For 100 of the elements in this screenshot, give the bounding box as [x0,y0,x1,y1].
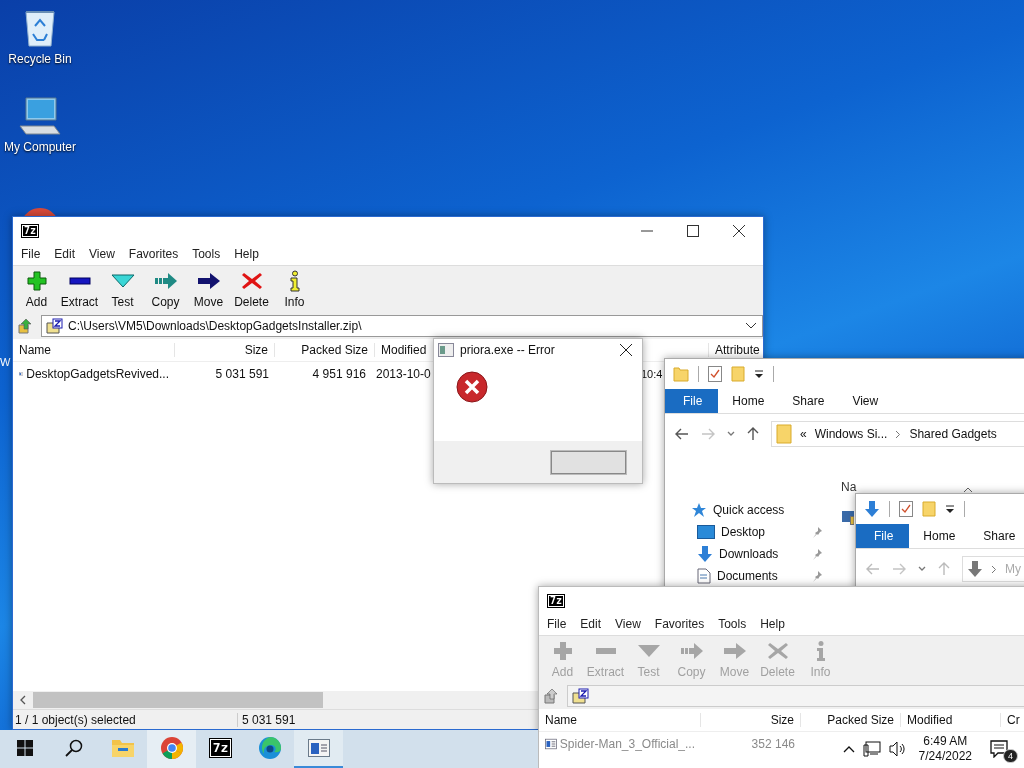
chevron-down-icon[interactable] [918,566,926,572]
column-header[interactable]: Packed Size [275,343,375,357]
menu-item[interactable]: File [21,247,41,261]
nav-item[interactable]: Downloads [719,547,779,561]
toolbar-button[interactable]: Add [15,270,58,309]
search-icon[interactable] [64,739,83,757]
checklist-icon[interactable] [708,366,722,382]
archive-icon [572,688,590,704]
desktop-icon-label[interactable]: W [0,356,11,368]
menu-item[interactable]: Tools [718,617,747,631]
clock-time: 6:49 AM [923,734,968,749]
ribbon-tab[interactable]: View [838,389,893,413]
column-header[interactable]: Na [841,480,857,494]
menu-item[interactable]: Tools [192,247,221,261]
ribbon-tab[interactable]: Home [909,524,970,548]
chevron-up-icon[interactable] [963,487,973,493]
dialog-button[interactable] [551,450,626,474]
column-header[interactable]: Cr [1001,713,1024,727]
path-field[interactable] [567,685,1024,707]
packed-size-cell-text: 4 951 916 [311,367,367,381]
menu-item[interactable]: Edit [580,617,602,631]
toolbar-button[interactable]: Extract [58,270,101,309]
toolbar-button[interactable]: Move [187,270,230,309]
address-bar[interactable]: « Windows Si... Shared Gadgets [771,421,1024,447]
file-name: Spider-Man_3_Official_... [559,737,695,751]
pin-icon[interactable] [811,526,823,538]
breadcrumb-item[interactable]: Windows Si... [814,427,888,441]
column-header[interactable]: Packed Size [801,713,901,727]
windows-start-icon[interactable] [16,740,33,756]
notification-icon[interactable] [990,740,1008,758]
file-icon [545,737,557,751]
chevron-down-icon[interactable] [727,431,735,437]
computer-icon[interactable] [18,96,62,136]
clock[interactable]: 6:49 AM 7/24/2022 [914,734,982,764]
dropdown-icon[interactable] [754,369,764,379]
menu-item[interactable]: File [547,617,567,631]
close-icon[interactable] [620,344,632,356]
desktop-icon [697,525,715,539]
overflow-chevron[interactable]: « [800,427,807,441]
ribbon-tab[interactable]: Home [718,389,779,413]
desktop-icon-label[interactable]: Recycle Bin [8,52,72,66]
modified-date: 2013-10-0 [376,367,431,381]
taskbar-button[interactable]: 7z [196,730,245,768]
scrollbar-thumb[interactable] [33,692,323,708]
network-icon[interactable] [862,741,881,757]
size-cell-text: 352 146 [750,737,796,751]
browser-icon[interactable] [159,736,184,760]
nav-item[interactable]: Desktop [721,525,766,539]
column-header[interactable]: Name [13,343,175,357]
ribbon-tab[interactable]: File [856,524,910,548]
column-header[interactable]: Name [539,713,701,727]
menu-item[interactable]: Favorites [128,247,179,261]
nav-item[interactable]: Documents [717,569,778,583]
desktop-icon-label[interactable]: My Computer [4,140,76,154]
chevron-up-icon[interactable] [842,745,855,753]
menu-item[interactable]: Help [760,617,785,631]
archive-icon [46,318,64,334]
column-header[interactable]: Attribute [709,343,763,357]
toolbar-button[interactable]: Delete [230,270,273,309]
column-header[interactable]: Modified [901,713,1001,727]
menu-item[interactable]: Help [234,247,259,261]
ribbon-tab[interactable]: Share [778,389,839,413]
column-header[interactable]: Size [701,713,801,727]
maximize-icon[interactable] [687,225,699,237]
browser-swirl-icon[interactable] [257,736,282,760]
ribbon-tab[interactable]: File [665,389,719,413]
folder-icon[interactable] [110,738,135,758]
horizontal-scrollbar[interactable] [13,691,539,709]
download-arrow-icon [697,545,713,563]
menu-item[interactable]: Edit [54,247,76,261]
nav-item[interactable]: Quick access [713,503,785,517]
folder-icon [776,424,792,444]
scroll-left-icon[interactable] [19,695,27,705]
app-logo[interactable]: 7z [208,738,233,758]
volume-icon[interactable] [888,741,907,757]
app-window-icon [438,343,454,357]
status-size: 5 031 591 [242,712,296,727]
dropdown-icon[interactable] [945,504,955,514]
breadcrumb-item[interactable]: Shared Gadgets [909,427,997,441]
menu-item[interactable]: View [89,247,115,261]
menu-item[interactable]: View [615,617,641,631]
download-arrow-icon[interactable] [864,500,880,518]
checklist-icon[interactable] [899,501,913,517]
toolbar-button[interactable]: Test [101,270,144,309]
back-arrow-icon[interactable] [675,428,689,440]
gadget-file-icon[interactable] [842,510,854,525]
toolbar-button[interactable]: Info [273,270,316,309]
dropdown-icon[interactable] [746,323,756,329]
path-field[interactable]: C:\Users\VM5\Downloads\DesktopGadgetsInstaller.zip\ [41,315,763,337]
pin-icon[interactable] [811,548,823,560]
close-icon[interactable] [733,225,745,237]
clock-date: 7/24/2022 [918,749,972,764]
toolbar-button[interactable]: Copy [144,270,187,309]
up-arrow-icon[interactable] [747,427,759,441]
ribbon-tab[interactable]: Share [969,524,1024,548]
app-window-icon[interactable] [307,739,330,757]
column-header[interactable]: Size [175,343,275,357]
pin-icon[interactable] [811,570,823,582]
app-logo: 7z [547,594,566,608]
menu-item[interactable]: Favorites [654,617,705,631]
